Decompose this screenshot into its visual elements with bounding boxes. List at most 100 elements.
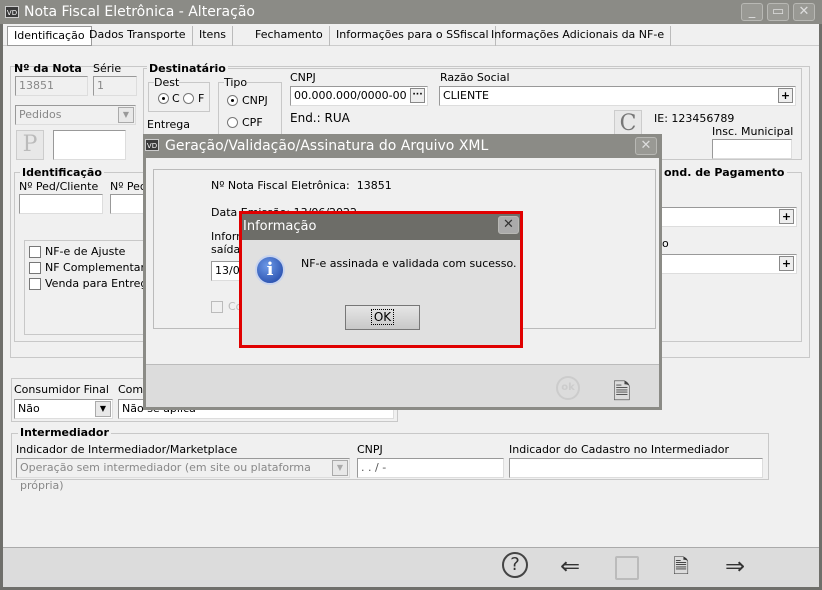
xml-dialog-close-button[interactable]: ✕ [635,137,657,155]
nf-label: Nº Nota Fiscal Eletrônica: [211,179,350,192]
ok-button[interactable]: OK [345,305,420,330]
indicador-select[interactable]: Operação sem intermediador (em site ou p… [16,458,350,492]
venda-entrega-label: Venda para Entrega [45,277,143,290]
xml-dialog-title: Geração/Validação/Assinatura do Arquivo … [165,138,489,154]
tipo-select-value: Pedidos [19,108,62,121]
razao-value: CLIENTE [443,89,489,102]
intermediador-label: Intermediador [18,426,111,439]
pagamento-sub-label: o [662,237,669,250]
insc-municipal-field[interactable] [712,139,792,159]
chevron-down-icon: ▼ [332,460,348,476]
ped-cliente-field[interactable] [19,194,103,214]
add-button[interactable]: + [779,209,794,224]
tab-itens[interactable]: Itens [193,26,234,46]
identificacao-label: Identificação [20,166,104,179]
tab-bar: Identificação Dados Transporte Itens Fec… [3,24,819,46]
tab-ssfiscal[interactable]: Informações para o SSfiscal [330,26,496,46]
nfe-ajuste-label: NF-e de Ajuste [45,245,126,258]
consumidor-select[interactable]: Não ▼ [14,399,113,419]
p-button[interactable]: P [16,130,44,160]
cadastro-label: Indicador do Cadastro no Intermediador [509,443,729,456]
cancel-document-icon[interactable]: 🗎 [613,375,631,413]
cancel-document-icon[interactable]: 🗎 [665,551,697,583]
razao-field[interactable]: CLIENTE + [439,86,796,106]
ok-button-label: OK [370,309,395,325]
endereco-text: End.: RUA [290,111,350,125]
tipo-select[interactable]: Pedidos ▼ [15,105,136,125]
dest-label: Dest [154,76,180,89]
numero-field[interactable]: 13851 [15,76,88,96]
nf-complementar-label: NF Complementar [45,261,146,274]
info-message: NF-e assinada e validada com sucesso. [301,257,517,270]
intermediador-cnpj-field[interactable]: . . / - [357,458,504,478]
ped-label: Nº Ped [110,180,147,193]
p-field[interactable] [53,130,126,160]
save-icon[interactable] [615,556,639,580]
cnpj-value: 00.000.000/0000-00 [294,89,407,102]
nf-complementar-checkbox[interactable] [29,262,41,274]
xml-dialog-footer [146,364,659,407]
tipo-group [218,82,282,140]
numero-label: Nº da Nota [14,62,82,75]
info-dialog-title-bar: Informação ✕ [242,214,520,240]
razao-label: Razão Social [440,71,510,84]
cnpj-radio[interactable] [227,95,238,106]
close-button[interactable]: ✕ [793,3,815,21]
ie-text: IE: 123456789 [654,112,735,125]
co-checkbox[interactable] [211,301,223,313]
xml-dialog-title-bar: VD Geração/Validação/Assinatura do Arqui… [143,134,662,158]
dest-c-label: C [172,92,180,105]
venda-entrega-checkbox[interactable] [29,278,41,290]
cpf-radio-label: CPF [242,116,263,129]
info-dialog-title: Informação [243,219,317,234]
serie-field[interactable]: 1 [93,76,137,96]
app-logo-icon: VD [5,6,19,18]
pagamento-field[interactable]: + [655,207,797,227]
dest-f-radio[interactable] [183,93,194,104]
window-title: Nota Fiscal Eletrônica - Alteração [24,4,255,20]
pagamento-label: ond. de Pagamento [662,166,787,179]
dest-c-radio[interactable] [158,93,169,104]
footer-toolbar: ? ⇐ 🗎 ⇒ [3,547,819,587]
dest-f-label: F [198,92,205,105]
ped-cliente-label: Nº Ped/Cliente [19,180,99,193]
back-arrow-icon[interactable]: ⇐ [554,551,586,583]
app-logo-icon: VD [145,139,159,151]
title-bar: VD Nota Fiscal Eletrônica - Alteração _ … [0,0,822,24]
chevron-down-icon: ▼ [118,107,134,123]
c-button[interactable]: C [614,110,642,136]
ellipsis-button[interactable]: ··· [410,88,425,103]
add-button[interactable]: + [778,88,793,103]
nf-value: 13851 [356,179,392,192]
cpf-radio[interactable] [227,117,238,128]
info-dialog-close-button[interactable]: ✕ [498,216,519,234]
ok-icon[interactable]: ok [556,376,580,400]
tab-identificacao[interactable]: Identificação [7,26,92,46]
nf-number-label: Nº Nota Fiscal Eletrônica: 13851 [211,179,392,192]
indicador-label: Indicador de Intermediador/Marketplace [16,443,238,456]
pagamento-sub-field[interactable]: + [655,254,797,274]
cnpj-label: CNPJ [290,71,316,84]
help-icon[interactable]: ? [502,552,528,578]
info-icon: i [255,255,285,285]
cnpj-radio-label: CNPJ [242,94,268,107]
tab-dados-transporte[interactable]: Dados Transporte [83,26,193,46]
tab-info-adicionais[interactable]: Informações Adicionais da NF-e [485,26,672,46]
entrega-label: Entrega [147,118,191,131]
chevron-down-icon: ▼ [95,401,111,417]
forward-arrow-icon[interactable]: ⇒ [719,551,751,583]
minimize-button[interactable]: _ [741,3,763,21]
maximize-button[interactable]: ▭ [767,3,789,21]
nfe-ajuste-checkbox[interactable] [29,246,41,258]
destinatario-label: Destinatário [147,62,228,75]
intermediador-cnpj-label: CNPJ [357,443,383,456]
tipo-label: Tipo [224,76,248,89]
consumidor-label: Consumidor Final [14,383,109,396]
serie-label: Série [93,62,122,75]
cnpj-field[interactable]: 00.000.000/0000-00 ··· [290,86,428,106]
insc-municipal-label: Insc. Municipal [712,125,794,138]
cadastro-field[interactable] [509,458,763,478]
add-button[interactable]: + [779,256,794,271]
consumidor-value: Não [18,402,40,415]
tab-fechamento[interactable]: Fechamento [249,26,330,46]
